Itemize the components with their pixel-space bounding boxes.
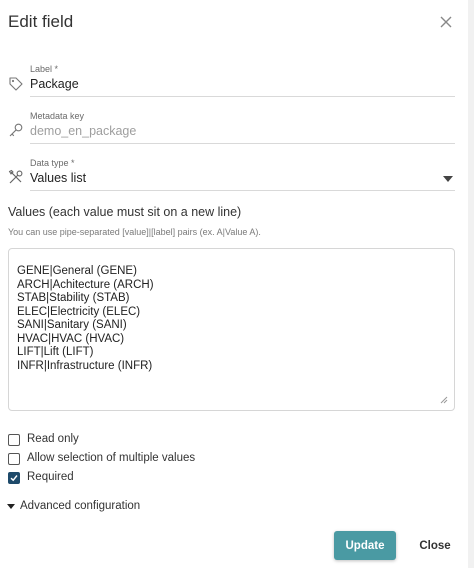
close-icon[interactable]	[436, 12, 456, 32]
required-box[interactable]	[8, 472, 20, 484]
multiple-values-box[interactable]	[8, 453, 20, 465]
dropdown-arrow-icon[interactable]	[443, 176, 453, 182]
data-type-label: Data type *	[30, 158, 75, 168]
metadata-key-value: demo_en_package	[30, 124, 137, 138]
data-type-value[interactable]: Values list	[30, 171, 86, 185]
values-textarea[interactable]: GENE|General (GENE) ARCH|Achitecture (AR…	[8, 248, 455, 411]
metadata-key-underline	[30, 143, 455, 144]
tools-icon	[8, 169, 23, 184]
values-hint: You can use pipe-separated [value]|[labe…	[8, 227, 261, 237]
read-only-box[interactable]	[8, 434, 20, 446]
dialog-title: Edit field	[8, 12, 74, 31]
metadata-key-label: Metadata key	[30, 111, 85, 121]
label-field-value[interactable]: Package	[30, 77, 79, 91]
tag-icon	[9, 77, 23, 91]
data-type-underline	[30, 190, 455, 191]
scrollbar[interactable]	[468, 0, 474, 568]
required-label: Required	[27, 471, 74, 483]
check-icon	[10, 475, 18, 482]
values-title: Values (each value must sit on a new lin…	[8, 205, 242, 219]
label-field-underline	[30, 96, 455, 97]
close-button[interactable]: Close	[410, 531, 460, 560]
label-field[interactable]: Label * Package	[8, 62, 455, 98]
key-icon	[9, 123, 23, 137]
multiple-values-label: Allow selection of multiple values	[27, 452, 196, 464]
edit-field-dialog: Edit field Label * Package Metadata key …	[0, 0, 474, 568]
metadata-key-field: Metadata key demo_en_package	[8, 109, 455, 145]
resize-handle-icon[interactable]	[438, 394, 448, 404]
label-field-label: Label *	[30, 64, 59, 74]
update-button[interactable]: Update	[334, 531, 396, 560]
caret-down-icon	[7, 504, 15, 509]
advanced-configuration-label: Advanced configuration	[20, 500, 141, 512]
read-only-label: Read only	[27, 433, 79, 445]
data-type-select[interactable]: Data type * Values list	[8, 156, 455, 192]
